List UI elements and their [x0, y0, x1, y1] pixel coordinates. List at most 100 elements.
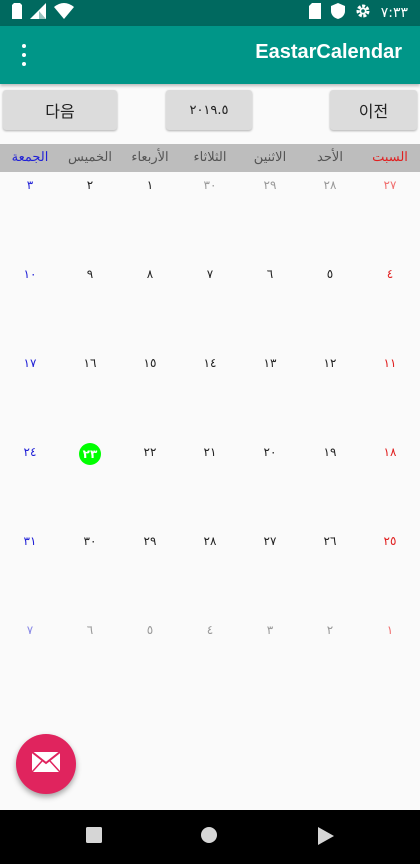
day-cell[interactable]: ٣: [0, 172, 60, 261]
day-cell[interactable]: ٦: [60, 617, 120, 706]
sim-icon: [12, 3, 22, 23]
day-cell[interactable]: ٢٤: [0, 439, 60, 528]
day-number: ٥: [326, 267, 334, 281]
day-cell[interactable]: ٣٠: [180, 172, 240, 261]
day-number: ١٨: [383, 445, 397, 459]
day-number: ٧: [206, 267, 214, 281]
today-marker[interactable]: ٢٣: [79, 443, 101, 465]
day-cell[interactable]: ٢٩: [240, 172, 300, 261]
recents-icon[interactable]: [86, 827, 102, 847]
day-number: ٤: [386, 267, 394, 281]
day-number: ٣٠: [83, 534, 97, 548]
day-cell[interactable]: ٤: [180, 617, 240, 706]
day-cell[interactable]: ١٩: [300, 439, 360, 528]
day-cell[interactable]: ٢٧: [240, 528, 300, 617]
day-cell[interactable]: ١٦: [60, 350, 120, 439]
overflow-menu-icon[interactable]: [12, 42, 36, 68]
calendar-week: ٢٤ ٢٣ ٢٢ ٢١ ٢٠ ١٩ ١٨: [0, 439, 420, 528]
day-number: ١٤: [203, 356, 217, 370]
settings-icon: [355, 3, 371, 23]
mail-icon: [31, 751, 61, 776]
day-number: ١٥: [143, 356, 157, 370]
day-cell[interactable]: ٢٠: [240, 439, 300, 528]
weekday-thursday: الخميس: [68, 150, 112, 165]
day-cell[interactable]: ١٧: [0, 350, 60, 439]
weekday-saturday: السبت: [372, 150, 408, 165]
day-number: ١٩: [323, 445, 337, 459]
day-cell[interactable]: ٥: [120, 617, 180, 706]
day-cell[interactable]: ٣٠: [60, 528, 120, 617]
day-cell[interactable]: ٣: [240, 617, 300, 706]
day-cell[interactable]: ١٠: [0, 261, 60, 350]
day-cell[interactable]: ٢٨: [300, 172, 360, 261]
day-number: ٢٥: [383, 534, 397, 548]
day-number: ٢١: [203, 445, 217, 459]
next-month-button[interactable]: 다음: [3, 90, 117, 130]
weekday-sunday: الأحد: [317, 150, 343, 165]
back-icon[interactable]: [318, 827, 334, 849]
day-number: ١٧: [23, 356, 37, 370]
shield-icon: [330, 3, 345, 23]
day-number: ٧: [26, 623, 34, 637]
status-time: ٧:٣٣: [380, 5, 408, 21]
day-number: ٢٨: [323, 178, 337, 192]
day-cell[interactable]: ١٢: [300, 350, 360, 439]
day-cell[interactable]: ١: [360, 617, 420, 706]
day-number: ١٦: [83, 356, 97, 370]
day-cell[interactable]: ٣١: [0, 528, 60, 617]
calendar-week: ٧ ٦ ٥ ٤ ٣ ٢ ١: [0, 617, 420, 706]
weekday-tuesday: الثلاثاء: [193, 150, 227, 165]
day-number: ٢٦: [323, 534, 337, 548]
day-number: ٩: [86, 267, 94, 281]
current-month-button[interactable]: ٢٠١٩.٥: [166, 90, 252, 130]
day-number: ٣: [266, 623, 274, 637]
day-cell[interactable]: ١١: [360, 350, 420, 439]
day-number: ١٢: [323, 356, 337, 370]
day-cell[interactable]: ٢٨: [180, 528, 240, 617]
day-cell[interactable]: ٢٦: [300, 528, 360, 617]
calendar-week: ٣١ ٣٠ ٢٩ ٢٨ ٢٧ ٢٦ ٢٥: [0, 528, 420, 617]
calendar-week: ٣ ٢ ١ ٣٠ ٢٩ ٢٨ ٢٧: [0, 172, 420, 261]
day-cell[interactable]: ٤: [360, 261, 420, 350]
weekday-header: الجمعة الخميس الأربعاء الثلاثاء الاثنين …: [0, 144, 420, 172]
day-cell[interactable]: ٥: [300, 261, 360, 350]
day-cell[interactable]: ٩: [60, 261, 120, 350]
day-number: ٢٤: [23, 445, 37, 459]
home-icon[interactable]: [201, 827, 217, 847]
day-number: ٦: [266, 267, 274, 281]
day-cell[interactable]: ١٨: [360, 439, 420, 528]
calendar-week: ١٧ ١٦ ١٥ ١٤ ١٣ ١٢ ١١: [0, 350, 420, 439]
day-number: ٢٢: [143, 445, 157, 459]
day-cell[interactable]: ٧: [180, 261, 240, 350]
day-number: ٨: [146, 267, 154, 281]
day-cell[interactable]: ١٤: [180, 350, 240, 439]
day-number: ٣: [26, 178, 34, 192]
day-cell[interactable]: ١٣: [240, 350, 300, 439]
day-cell[interactable]: ٢: [300, 617, 360, 706]
compose-fab[interactable]: [16, 734, 76, 794]
day-number: ٢٠: [263, 445, 277, 459]
day-cell[interactable]: ٧: [0, 617, 60, 706]
day-number: ٢٧: [383, 178, 397, 192]
weekday-wednesday: الأربعاء: [131, 150, 169, 165]
day-number: ٤: [206, 623, 214, 637]
sd-card-icon: [308, 3, 321, 23]
day-cell[interactable]: ١: [120, 172, 180, 261]
day-cell[interactable]: ٢١: [180, 439, 240, 528]
day-number: ٢٧: [263, 534, 277, 548]
day-cell[interactable]: ٢٥: [360, 528, 420, 617]
day-cell[interactable]: ٢٧: [360, 172, 420, 261]
day-cell[interactable]: ٢٩: [120, 528, 180, 617]
day-cell[interactable]: ٦: [240, 261, 300, 350]
day-number: ٢: [86, 178, 94, 192]
signal-icon: [30, 3, 46, 23]
day-number: ١: [386, 623, 394, 637]
calendar-week: ١٠ ٩ ٨ ٧ ٦ ٥ ٤: [0, 261, 420, 350]
day-cell[interactable]: ٨: [120, 261, 180, 350]
day-cell[interactable]: ٢٢: [120, 439, 180, 528]
previous-month-button[interactable]: 이전: [330, 90, 417, 130]
day-number: ١: [146, 178, 154, 192]
day-cell[interactable]: ٢: [60, 172, 120, 261]
weekday-friday: الجمعة: [11, 150, 49, 165]
day-cell[interactable]: ١٥: [120, 350, 180, 439]
